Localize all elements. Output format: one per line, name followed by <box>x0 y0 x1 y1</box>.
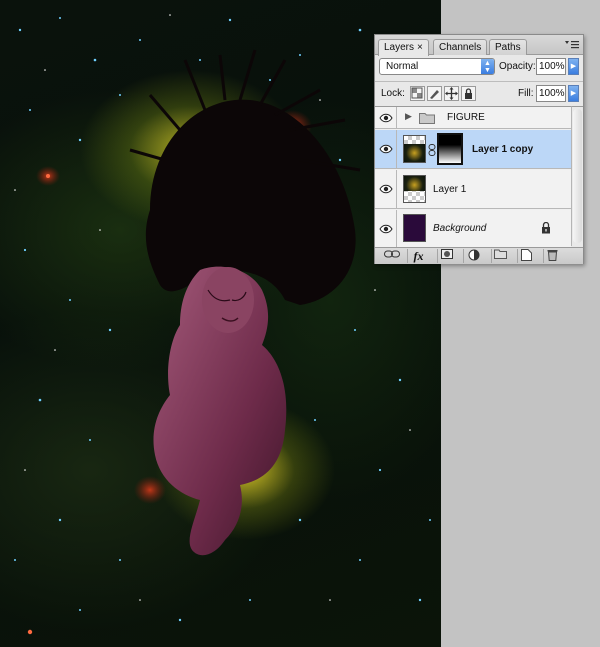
layer-name: Layer 1 <box>433 184 467 195</box>
layers-panel: Layers × Channels Paths Normal ▲ ▼ Opacity… <box>374 34 584 264</box>
layer-name: Layer 1 copy <box>472 144 534 155</box>
new-layer-button[interactable] <box>517 249 535 263</box>
opacity-label: Opacity: <box>499 61 536 72</box>
layer-row-background[interactable]: Background <box>375 210 571 247</box>
chevron-updown-icon: ▲ ▼ <box>481 59 494 74</box>
new-group-icon <box>494 249 507 259</box>
new-group-button[interactable] <box>491 249 509 263</box>
lock-fill-row: Lock: Fill: 100% ▶ <box>375 81 583 105</box>
link-layers-button[interactable] <box>381 249 403 263</box>
layer-thumbnail <box>403 214 426 242</box>
opacity-field[interactable]: 100% <box>536 58 566 75</box>
blend-mode-select[interactable]: Normal ▲ ▼ <box>379 58 495 75</box>
layer-row-layer-1-copy[interactable]: Layer 1 copy <box>375 130 571 169</box>
layer-thumbnail <box>403 175 426 203</box>
tab-layers-label: Layers <box>384 42 415 53</box>
layer-row-layer-1[interactable]: Layer 1 <box>375 170 571 209</box>
tab-paths-label: Paths <box>495 42 521 53</box>
folder-icon <box>419 113 435 124</box>
tab-paths[interactable]: Paths <box>489 39 527 55</box>
add-mask-button[interactable] <box>437 249 455 263</box>
new-layer-icon <box>521 249 532 261</box>
trash-icon <box>547 250 558 261</box>
chain-link-icon[interactable] <box>428 144 436 156</box>
adjustment-icon <box>468 249 479 261</box>
panel-tab-bar: Layers × Channels Paths <box>375 35 583 56</box>
tab-channels-label: Channels <box>439 42 482 53</box>
layers-scrollbar[interactable] <box>571 106 583 246</box>
disclosure-triangle-icon[interactable]: ▶ <box>405 111 412 122</box>
delete-layer-button[interactable] <box>543 249 561 263</box>
tab-channels[interactable]: Channels <box>433 39 488 55</box>
layer-name: Background <box>433 223 487 234</box>
visibility-toggle[interactable] <box>375 170 397 208</box>
visibility-toggle[interactable] <box>375 130 397 168</box>
panel-menu-icon[interactable] <box>565 40 579 50</box>
eye-icon <box>379 113 393 122</box>
layers-list: ▶ FIGURE Layer 1 copy Layer 1 Background <box>375 106 571 247</box>
lock-icon <box>542 222 550 234</box>
lock-label: Lock: <box>381 88 405 99</box>
visibility-toggle[interactable] <box>375 107 397 128</box>
opacity-slider-arrow-icon[interactable]: ▶ <box>568 58 579 75</box>
lock-all-icon[interactable] <box>461 86 476 101</box>
blend-mode-value: Normal <box>386 61 419 72</box>
blend-opacity-row: Normal ▲ ▼ Opacity: 100% ▶ <box>375 56 583 80</box>
eye-icon <box>379 184 393 194</box>
link-icon <box>384 250 400 258</box>
layer-style-button[interactable]: fx <box>407 249 429 263</box>
eye-icon <box>379 144 393 154</box>
lock-position-icon[interactable] <box>444 86 459 101</box>
fx-icon: fx <box>413 249 424 263</box>
visibility-toggle[interactable] <box>375 210 397 247</box>
eye-icon <box>379 224 393 233</box>
tab-layers[interactable]: Layers × <box>378 39 429 56</box>
fill-label: Fill: <box>518 88 534 99</box>
lock-transparency-icon[interactable] <box>410 86 425 101</box>
fill-field[interactable]: 100% <box>536 85 566 102</box>
layer-row-figure[interactable]: ▶ FIGURE <box>375 107 571 129</box>
fill-slider-arrow-icon[interactable]: ▶ <box>568 85 579 102</box>
layer-mask-thumbnail[interactable] <box>437 133 463 165</box>
add-mask-icon <box>440 249 453 259</box>
lock-pixels-icon[interactable] <box>427 86 442 101</box>
layers-bottom-bar: fx <box>375 247 583 264</box>
layer-name: FIGURE <box>447 112 485 123</box>
close-icon[interactable]: × <box>417 42 423 53</box>
adjustment-layer-button[interactable] <box>463 249 483 263</box>
layer-thumbnail <box>403 135 426 163</box>
